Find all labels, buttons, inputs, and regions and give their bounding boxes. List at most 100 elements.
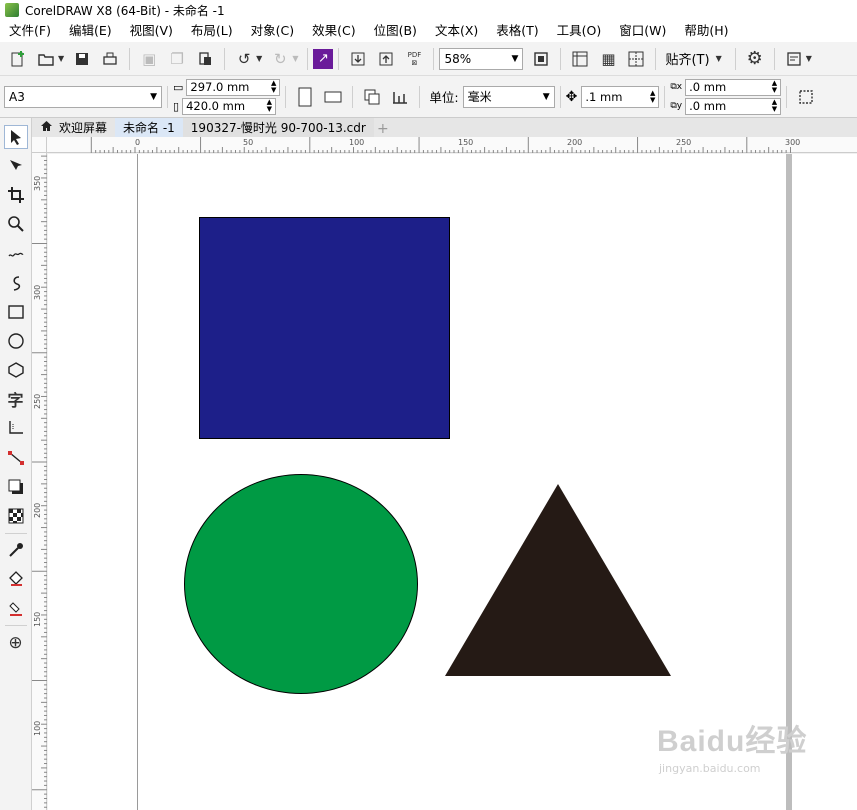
menu-view[interactable]: 视图(V) [121, 20, 182, 42]
menu-edit[interactable]: 编辑(E) [60, 20, 121, 42]
artistic-media-tool-icon[interactable] [4, 271, 28, 295]
home-icon [40, 120, 53, 135]
tab-welcome-screen[interactable]: 欢迎屏幕 [32, 118, 115, 137]
drop-shadow-tool-icon[interactable] [4, 475, 28, 499]
redo-icon[interactable]: ↻ [268, 47, 292, 71]
open-folder-icon[interactable] [34, 47, 58, 71]
pick-tool-icon[interactable] [3, 124, 28, 149]
ruler-tick-label: 200 [567, 138, 583, 147]
tab-cdr-file[interactable]: 190327-慢时光 90-700-13.cdr [182, 118, 374, 137]
menu-help[interactable]: 帮助(H) [675, 20, 737, 42]
color-eyedropper-tool-icon[interactable] [4, 538, 28, 562]
interactive-fill-tool-icon[interactable] [4, 567, 28, 591]
spinner-arrows-icon[interactable]: ▲ ▼ [772, 99, 777, 113]
page-height-input[interactable]: 420.0 mm ▲ ▼ [182, 97, 277, 115]
blue-rectangle[interactable] [199, 217, 450, 439]
menu-window[interactable]: 窗口(W) [610, 20, 675, 42]
landscape-icon[interactable] [321, 85, 345, 109]
show-guidelines-icon[interactable] [624, 47, 648, 71]
snap-to-button[interactable]: 贴齐(T) ▼ [661, 49, 729, 68]
menu-tools[interactable]: 工具(O) [548, 20, 611, 42]
zoom-tool-icon[interactable] [4, 212, 28, 236]
spinner-arrows-icon[interactable]: ▲ ▼ [271, 80, 276, 94]
horizontal-ruler[interactable]: 0 50 100 150 200 250 300 [47, 137, 857, 153]
vertical-ruler[interactable]: 350 300 250 200 150 100 [32, 153, 47, 810]
menu-bar: 文件(F) 编辑(E) 视图(V) 布局(L) 对象(C) 效果(C) 位图(B… [0, 20, 857, 42]
chevron-down-icon[interactable]: ▼ [806, 54, 812, 63]
menu-layout[interactable]: 布局(L) [182, 20, 242, 42]
full-screen-icon[interactable] [529, 47, 553, 71]
connector-tool-icon[interactable] [4, 446, 28, 470]
copy-icon[interactable]: ❐ [165, 47, 189, 71]
current-page-icon[interactable] [388, 85, 412, 109]
text-tool-icon[interactable]: 字 [4, 387, 28, 411]
spinner-arrows-icon[interactable]: ▲ ▼ [772, 80, 777, 94]
green-ellipse[interactable] [184, 474, 418, 694]
application-launcher-icon[interactable] [782, 47, 806, 71]
ruler-tick-label: 250 [676, 138, 692, 147]
duplicate-y-input[interactable]: .0 mm ▲ ▼ [685, 97, 782, 115]
ruler-origin[interactable] [32, 137, 47, 153]
import-icon[interactable] [346, 47, 370, 71]
page-dimensions: ▭ 297.0 mm ▲ ▼ ▯ 420.0 mm ▲ ▼ [173, 78, 281, 116]
corel-connect-icon[interactable]: ↗ [313, 48, 334, 69]
tab-label: 190327-慢时光 90-700-13.cdr [190, 121, 366, 135]
add-tool-icon[interactable]: ⊕ [4, 631, 28, 655]
ellipse-tool-icon[interactable] [4, 329, 28, 353]
drawing-canvas[interactable]: Baidu经验 jingyan.baidu.com [48, 154, 857, 810]
transparency-tool-icon[interactable] [4, 504, 28, 528]
tab-untitled-1[interactable]: 未命名 -1 [115, 118, 183, 137]
undo-icon[interactable]: ↺ [232, 47, 256, 71]
show-rulers-icon[interactable] [568, 47, 592, 71]
menu-text[interactable]: 文本(X) [426, 20, 487, 42]
units-select[interactable]: 毫米 ▼ [462, 85, 555, 108]
menu-file[interactable]: 文件(F) [0, 20, 60, 42]
menu-bitmaps[interactable]: 位图(B) [365, 20, 426, 42]
ruler-tick-label: 300 [785, 138, 801, 147]
ruler-tick-label: 150 [458, 138, 474, 147]
all-pages-icon[interactable] [360, 85, 384, 109]
options-gear-icon[interactable]: ⚙ [743, 47, 767, 71]
menu-effects[interactable]: 效果(C) [303, 20, 364, 42]
page-size-select[interactable]: A3 ▼ [4, 85, 162, 108]
cut-icon[interactable]: ▣ [137, 47, 161, 71]
rectangle-tool-icon[interactable] [4, 300, 28, 324]
nudge-distance-icon: ✥ [565, 88, 578, 105]
crop-tool-icon[interactable] [4, 183, 28, 207]
page-border-icon[interactable] [794, 85, 818, 109]
spinner-arrows-icon[interactable]: ▲ ▼ [650, 89, 655, 104]
chevron-down-icon[interactable]: ▼ [292, 54, 298, 63]
page-width-value: 297.0 mm [190, 80, 250, 94]
portrait-icon[interactable] [293, 85, 317, 109]
shape-tool-icon[interactable] [4, 154, 28, 178]
paste-icon[interactable] [193, 47, 217, 71]
chevron-down-icon: ▼ [150, 91, 157, 102]
tab-label: 未命名 -1 [123, 121, 175, 135]
toolbox: 字 ⊕ [0, 118, 32, 810]
save-icon[interactable] [70, 47, 94, 71]
chevron-down-icon[interactable]: ▼ [256, 54, 262, 63]
dark-triangle[interactable] [445, 484, 671, 676]
print-icon[interactable] [98, 47, 122, 71]
page-size-value: A3 [9, 89, 25, 104]
add-tab-icon[interactable]: + [374, 121, 392, 137]
baidu-watermark: Baidu经验 jingyan.baidu.com [657, 716, 807, 775]
separator [419, 85, 421, 108]
menu-object[interactable]: 对象(C) [242, 20, 303, 42]
export-icon[interactable] [374, 47, 398, 71]
zoom-level-select[interactable]: 58% ▼ [439, 47, 524, 70]
new-document-icon[interactable] [6, 47, 30, 71]
show-grid-icon[interactable]: ▦ [596, 47, 620, 71]
polygon-tool-icon[interactable] [4, 358, 28, 382]
spinner-arrows-icon[interactable]: ▲ ▼ [267, 99, 272, 113]
page-width-input[interactable]: 297.0 mm ▲ ▼ [186, 78, 281, 96]
ruler-tick-label: 250 [33, 393, 42, 409]
publish-pdf-icon[interactable]: PDF ⊠ [402, 47, 426, 71]
smart-fill-tool-icon[interactable] [4, 597, 28, 621]
menu-table[interactable]: 表格(T) [487, 20, 547, 42]
chevron-down-icon[interactable]: ▼ [58, 54, 64, 63]
parallel-dimension-tool-icon[interactable] [4, 416, 28, 440]
duplicate-x-input[interactable]: .0 mm ▲ ▼ [685, 78, 782, 96]
nudge-distance-input[interactable]: .1 mm ▲ ▼ [581, 85, 660, 108]
freehand-tool-icon[interactable] [4, 241, 28, 265]
